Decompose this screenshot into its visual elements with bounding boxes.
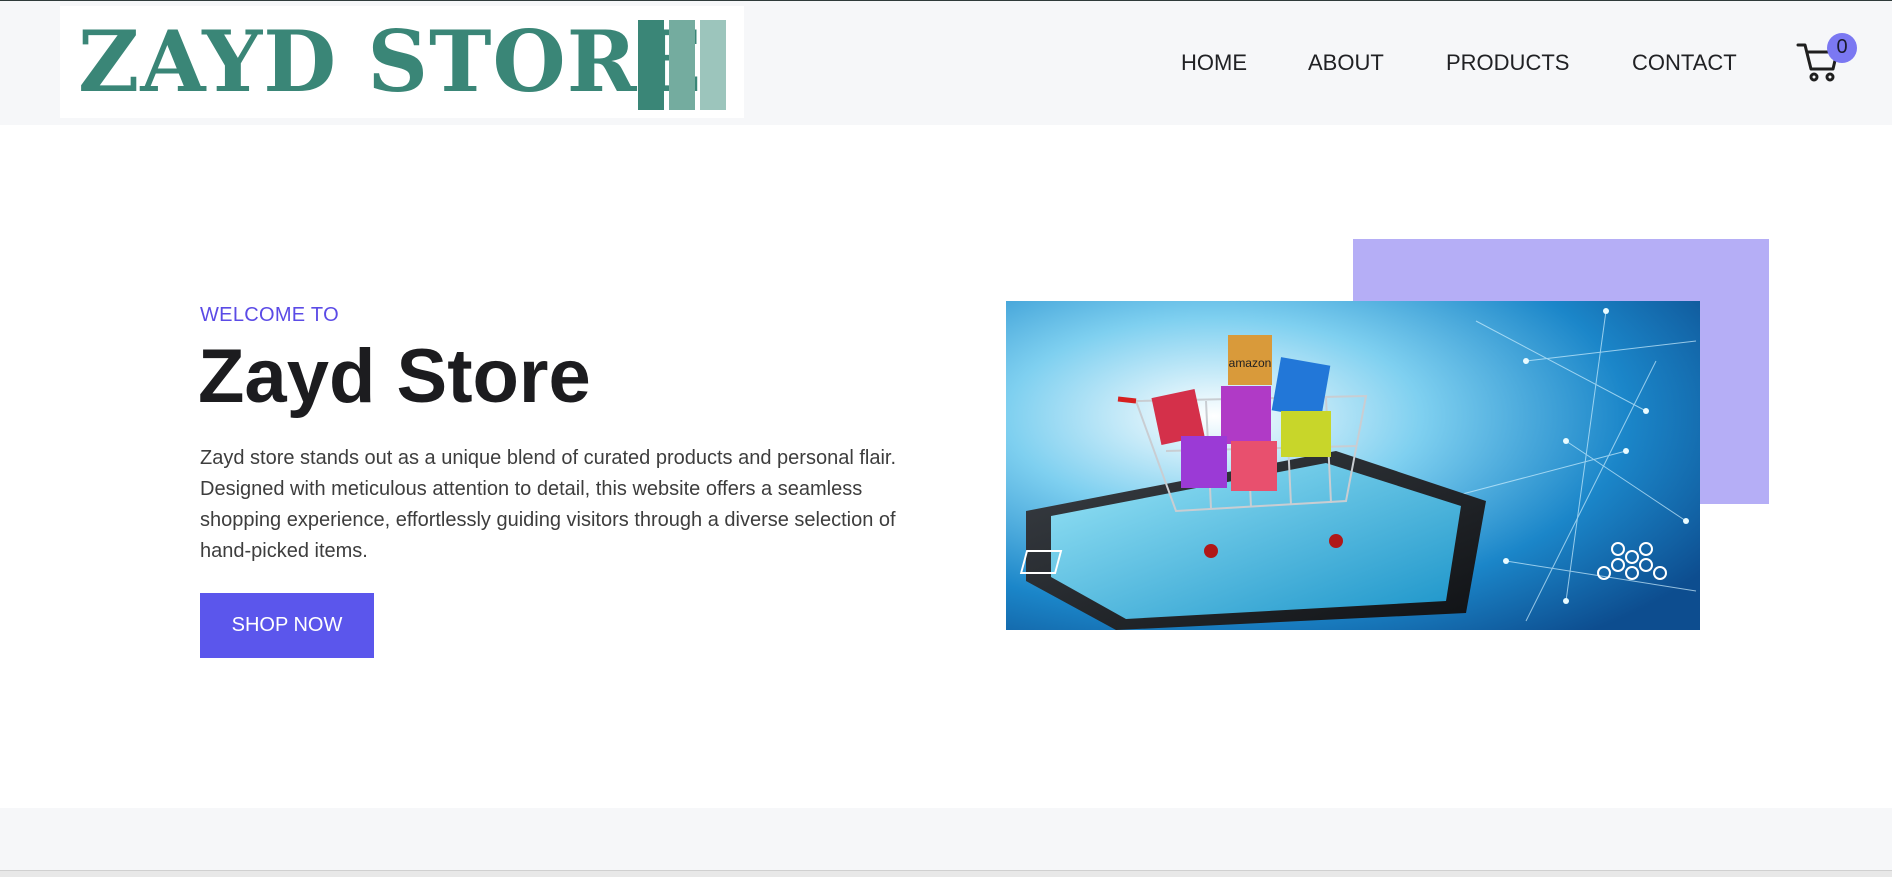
cart-count-badge: 0 — [1827, 33, 1857, 63]
nav-products[interactable]: PRODUCTS — [1446, 50, 1569, 76]
hero-title: Zayd Store — [198, 334, 591, 419]
hero-eyebrow: WELCOME TO — [200, 304, 339, 326]
nav-contact[interactable]: CONTACT — [1632, 50, 1737, 76]
bottom-border — [0, 870, 1892, 877]
footer-band — [0, 808, 1892, 870]
hero-description: Zayd store stands out as a unique blend … — [200, 447, 896, 562]
nav-about[interactable]: ABOUT — [1308, 50, 1384, 76]
site-header: ZAYD STORE HOME ABOUT PRODUCTS CONTACT 0 — [0, 1, 1892, 125]
logo[interactable]: ZAYD STORE — [60, 6, 744, 118]
nav-home[interactable]: HOME — [1181, 50, 1247, 76]
hero-image: amazon — [1006, 301, 1700, 630]
logo-bars-icon — [638, 20, 728, 110]
logo-bar — [700, 20, 726, 110]
shop-now-button[interactable]: SHOP NOW — [200, 593, 374, 658]
logo-bar — [669, 20, 695, 110]
logo-text: ZAYD STORE — [78, 12, 703, 111]
box-label: amazon — [1229, 356, 1272, 370]
logo-bar — [638, 20, 664, 110]
